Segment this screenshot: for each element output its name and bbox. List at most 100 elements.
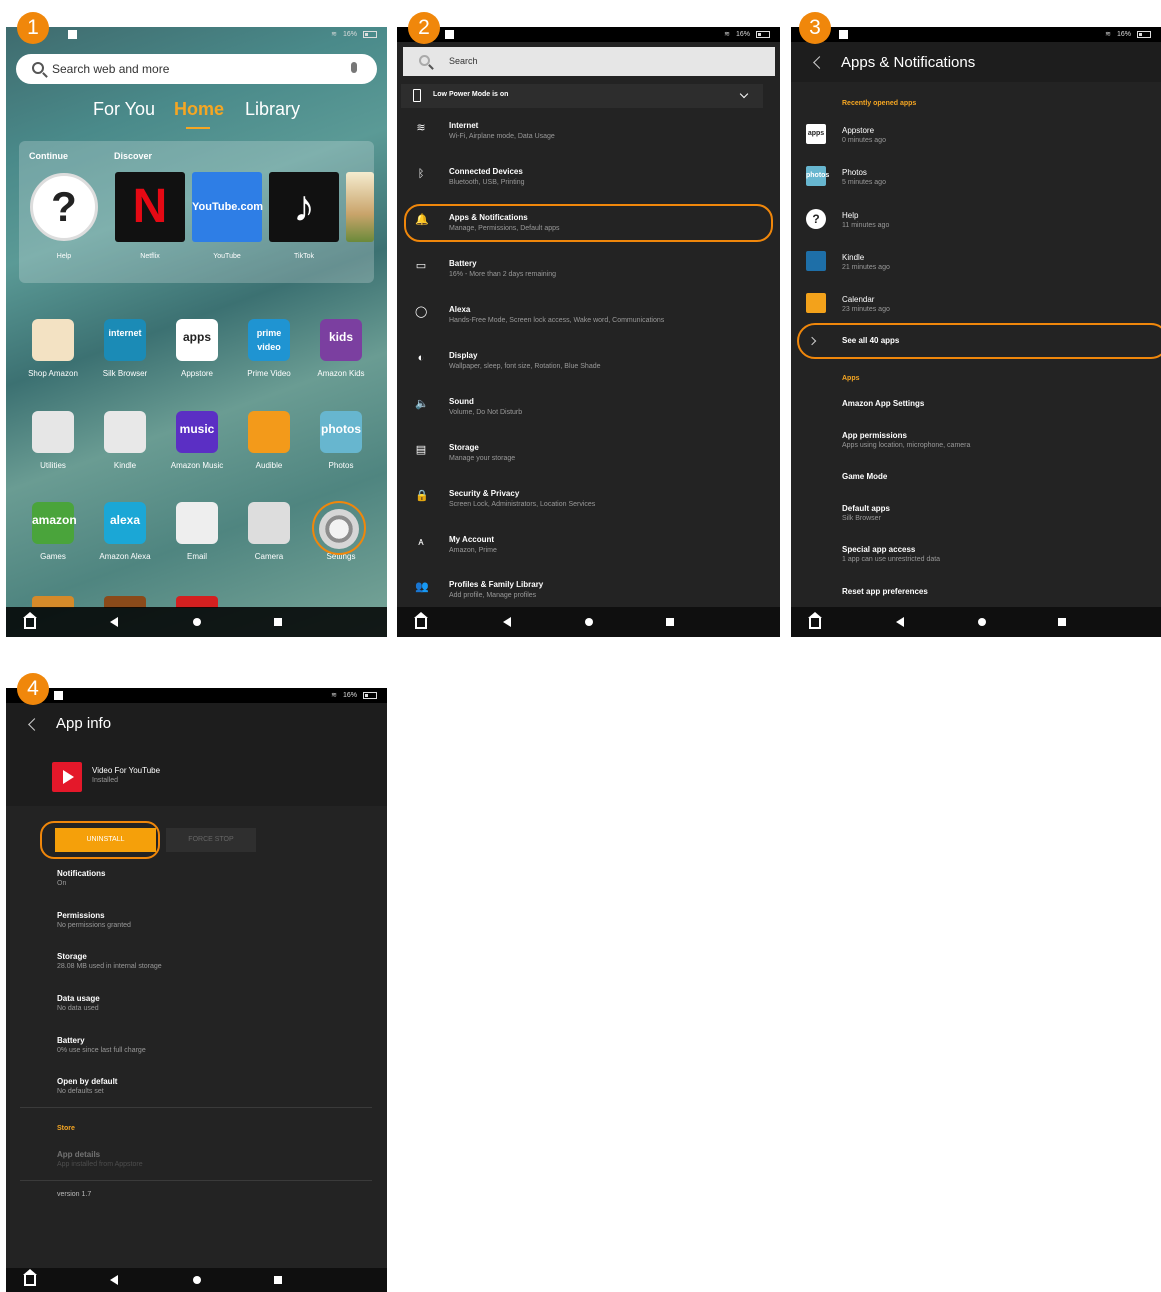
app-details-row[interactable]: App details App installed from Appstore	[57, 1150, 357, 1168]
appstore-app-icon[interactable]: apps	[176, 319, 218, 361]
force-stop-button[interactable]: FORCE STOP	[166, 828, 256, 852]
netflix-tile[interactable]: N	[115, 172, 185, 242]
settings-item-storage[interactable]: ▤ Storage Manage your storage	[397, 441, 780, 481]
info-row-title: Battery	[57, 1036, 85, 1045]
recent-app-name: Kindle	[842, 253, 865, 262]
info-row-open-by-default[interactable]: Open by default No defaults set	[57, 1077, 357, 1095]
silk-browser-app-icon[interactable]: internet	[104, 319, 146, 361]
info-row-notifications[interactable]: Notifications On	[57, 869, 357, 887]
back-arrow-icon[interactable]	[28, 718, 41, 731]
shop-amazon-app-icon[interactable]	[32, 319, 74, 361]
amazon-kids-app-icon[interactable]: kids	[320, 319, 362, 361]
info-row-storage[interactable]: Storage 28.08 MB used in internal storage	[57, 952, 357, 970]
divider	[20, 1107, 372, 1108]
camera-app-icon[interactable]	[248, 502, 290, 544]
netflix-tile-label: Netflix	[140, 253, 160, 260]
battery-icon: ▭	[415, 260, 427, 272]
home-circle-icon[interactable]	[193, 618, 201, 626]
store-header: Store	[57, 1125, 75, 1132]
settings-item-my-account[interactable]: ᴀ My Account Amazon, Prime	[397, 533, 780, 573]
chevron-down-icon[interactable]	[739, 89, 749, 99]
option-special-app-access[interactable]: Special app access 1 app can use unrestri…	[842, 545, 1142, 563]
settings-item-connected-devices[interactable]: ᛒ Connected Devices Bluetooth, USB, Printi…	[397, 165, 780, 205]
settings-item-title: Internet	[449, 121, 479, 130]
search-icon	[419, 55, 430, 66]
info-row-permissions[interactable]: Permissions No permissions granted	[57, 911, 357, 929]
option-default-apps[interactable]: Default apps Silk Browser	[842, 504, 1142, 522]
wifi-icon: ≋	[331, 692, 337, 699]
home-circle-icon[interactable]	[193, 1276, 201, 1284]
uninstall-button[interactable]: UNINSTALL	[55, 828, 156, 852]
low-power-banner[interactable]: Low Power Mode is on	[401, 84, 763, 108]
games-app-label: Games	[40, 552, 66, 561]
tab-home[interactable]: Home	[174, 99, 224, 120]
search-placeholder: Search web and more	[52, 62, 170, 76]
option-reset-app-preferences[interactable]: Reset app preferences	[842, 587, 1142, 596]
appstore-app-icon: apps	[806, 124, 826, 144]
settings-item-title: My Account	[449, 535, 495, 544]
version-text: version 1.7	[57, 1191, 92, 1198]
tab-library[interactable]: Library	[245, 99, 300, 120]
recent-app-time: 5 minutes ago	[842, 179, 886, 186]
home-circle-icon[interactable]	[978, 618, 986, 626]
amazon-music-app-icon[interactable]: music	[176, 411, 218, 453]
youtube-tile[interactable]: YouTube.com	[192, 172, 263, 242]
help-tile-label: Help	[56, 253, 72, 260]
utilities-app-icon[interactable]	[32, 411, 74, 453]
youtube-tile-label: YouTube	[213, 253, 241, 260]
settings-item-internet[interactable]: ≋ Internet Wi-Fi, Airplane mode, Data Usag…	[397, 119, 780, 159]
option-app-permissions[interactable]: App permissions Apps using location, micr…	[842, 431, 1142, 449]
info-row-data-usage[interactable]: Data usage No data used	[57, 994, 357, 1012]
recents-icon[interactable]	[274, 618, 282, 626]
book-tile[interactable]	[346, 172, 374, 242]
recent-app-help[interactable]: ? Help 11 minutes ago	[791, 209, 1161, 247]
home-icon[interactable]	[23, 1269, 37, 1286]
audible-app-icon[interactable]	[248, 411, 290, 453]
microphone-icon[interactable]	[351, 62, 357, 73]
help-tile[interactable]: ?	[30, 173, 98, 241]
email-app-icon[interactable]	[176, 502, 218, 544]
back-icon[interactable]	[110, 1275, 118, 1285]
recents-icon[interactable]	[666, 618, 674, 626]
photos-app-icon[interactable]: photos	[320, 411, 362, 453]
kindle-app-icon	[806, 251, 826, 271]
app-details-subtitle: App installed from Appstore	[57, 1161, 143, 1168]
info-row-battery[interactable]: Battery 0% use since last full charge	[57, 1036, 357, 1054]
tab-for-you[interactable]: For You	[93, 99, 155, 120]
settings-item-subtitle: Hands-Free Mode, Screen lock access, Wak…	[449, 317, 665, 324]
see-all-apps-row[interactable]: See all 40 apps	[791, 336, 1161, 372]
amazon-music-app-label: Amazon Music	[170, 461, 224, 470]
recent-app-photos[interactable]: photos Photos 5 minutes ago	[791, 166, 1161, 204]
tiktok-tile[interactable]: ♪	[269, 172, 339, 242]
wifi-icon: ≋	[331, 31, 337, 38]
wifi-icon: ≋	[416, 122, 426, 134]
option-subtitle: 1 app can use unrestricted data	[842, 556, 941, 563]
recent-app-appstore[interactable]: apps Appstore 0 minutes ago	[791, 124, 1161, 162]
prime-video-app-icon[interactable]: prime video	[248, 319, 290, 361]
settings-item-alexa[interactable]: ◯ Alexa Hands-Free Mode, Screen lock acces…	[397, 303, 780, 343]
back-arrow-icon[interactable]	[813, 56, 826, 69]
kindle-app-icon[interactable]	[104, 411, 146, 453]
amazon-alexa-app-icon[interactable]: alexa	[104, 502, 146, 544]
back-icon[interactable]	[503, 617, 511, 627]
option-subtitle: Apps using location, microphone, camera	[842, 442, 971, 449]
option-amazon-app-settings[interactable]: Amazon App Settings	[842, 399, 1142, 408]
settings-item-sound[interactable]: 🔈 Sound Volume, Do Not Disturb	[397, 395, 780, 435]
recents-icon[interactable]	[1058, 618, 1066, 626]
back-icon[interactable]	[896, 617, 904, 627]
settings-item-security-privacy[interactable]: 🔒 Security & Privacy Screen Lock, Administ…	[397, 487, 780, 527]
option-game-mode[interactable]: Game Mode	[842, 472, 1142, 481]
home-icon[interactable]	[23, 612, 37, 629]
settings-search[interactable]: Search	[403, 47, 775, 76]
recent-app-kindle[interactable]: Kindle 21 minutes ago	[791, 251, 1161, 289]
games-app-icon[interactable]: amazon	[32, 502, 77, 544]
recents-icon[interactable]	[274, 1276, 282, 1284]
settings-item-display[interactable]: ◐ Display Wallpaper, sleep, font size, Rot…	[397, 349, 780, 389]
notification-icon	[445, 30, 454, 39]
settings-item-battery[interactable]: ▭ Battery 16% - More than 2 days remaining	[397, 257, 780, 297]
back-icon[interactable]	[110, 617, 118, 627]
search-bar[interactable]: Search web and more	[16, 54, 377, 84]
home-icon[interactable]	[414, 612, 428, 629]
home-icon[interactable]	[808, 612, 822, 629]
home-circle-icon[interactable]	[585, 618, 593, 626]
